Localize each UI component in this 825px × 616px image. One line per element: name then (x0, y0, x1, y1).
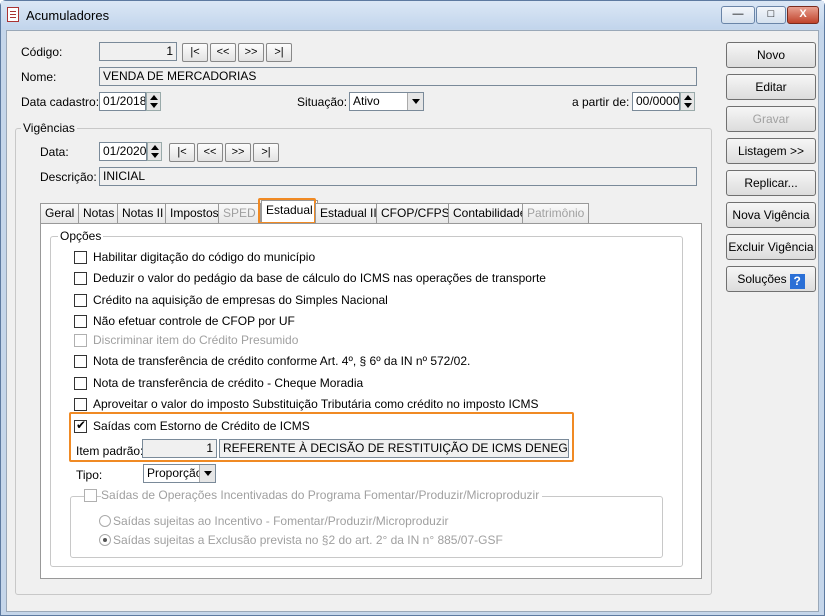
situacao-value: Ativo (353, 94, 380, 108)
label-transferencia-art4: Nota de transferência de crédito conform… (93, 354, 471, 368)
a-partir-field[interactable]: 00/0000 (632, 92, 680, 111)
chevron-down-icon (199, 465, 215, 482)
previous-record-button[interactable]: << (210, 43, 236, 62)
tab-sped: SPED (218, 203, 261, 223)
label-habilitar-digitacao: Habilitar digitação do código do municíp… (93, 250, 316, 264)
label-estorno-credito: Saídas com Estorno de Crédito de ICMS (93, 419, 310, 433)
title-bar: Acumuladores — □ X (1, 1, 824, 29)
vigencia-data-label: Data: (40, 145, 69, 159)
tab-estadual-ii[interactable]: Estadual II (315, 203, 382, 223)
editar-button[interactable]: Editar (726, 74, 816, 100)
checkbox-transferencia-art4[interactable] (74, 355, 87, 368)
checkbox-aproveitar-st[interactable] (74, 398, 87, 411)
item-padrao-code-field[interactable]: 1 (142, 439, 217, 458)
form-body: Código: 1 |< << >> >| Nome: VENDA DE MER… (6, 30, 819, 612)
checkbox-estorno-credito[interactable] (74, 418, 87, 433)
label-fomentar: Saídas de Operações Incentivadas do Prog… (101, 488, 543, 502)
app-window: Acumuladores — □ X Código: 1 |< << >> >|… (0, 0, 825, 616)
listagem-button[interactable]: Listagem >> (726, 138, 816, 164)
tab-notas[interactable]: Notas (78, 203, 120, 223)
checkbox-habilitar-digitacao[interactable] (74, 251, 87, 264)
estadual-tab-highlight (258, 198, 316, 224)
last-record-button[interactable]: >| (266, 43, 292, 62)
checkbox-nao-efetuar-cfop[interactable] (74, 315, 87, 328)
descricao-field[interactable]: INICIAL (99, 167, 697, 186)
excluir-vigencia-button[interactable]: Excluir Vigência (726, 234, 816, 260)
radio-exclusao (99, 534, 111, 546)
nome-field[interactable]: VENDA DE MERCADORIAS (99, 67, 697, 86)
label-cheque-moradia: Nota de transferência de crédito - Chequ… (93, 376, 364, 390)
codigo-label: Código: (21, 45, 63, 59)
checkbox-discriminar-credito (74, 334, 87, 347)
data-cadastro-field[interactable]: 01/2018 (99, 92, 146, 111)
tab-cfop-cfps[interactable]: CFOP/CFPS (376, 203, 455, 223)
label-nao-efetuar-cfop: Não efetuar controle de CFOP por UF (93, 314, 295, 328)
tipo-select[interactable]: Proporção (143, 464, 216, 483)
tab-impostos[interactable]: Impostos (165, 203, 224, 223)
tipo-label: Tipo: (76, 468, 103, 482)
solucoes-label: Soluções (737, 272, 787, 286)
replicar-button[interactable]: Replicar... (726, 170, 816, 196)
item-padrao-label: Item padrão: (76, 444, 144, 458)
vigencia-previous-button[interactable]: << (197, 143, 223, 162)
close-button[interactable]: X (787, 6, 819, 24)
tab-contabilidade[interactable]: Contabilidade (448, 203, 532, 223)
checkbox-deduzir-pedagio[interactable] (74, 272, 87, 285)
chevron-down-icon (407, 93, 423, 110)
data-cadastro-label: Data cadastro: (21, 95, 100, 109)
maximize-button[interactable]: □ (756, 6, 786, 24)
checkbox-fomentar (84, 489, 97, 502)
label-deduzir-pedagio: Deduzir o valor do pedágio da base de cá… (93, 271, 546, 285)
label-discriminar-credito: Discriminar item do Crédito Presumido (93, 333, 299, 347)
situacao-label: Situação: (297, 95, 348, 109)
first-record-button[interactable]: |< (182, 43, 208, 62)
label-aproveitar-st: Aproveitar o valor do imposto Substituiç… (93, 397, 539, 411)
vigencias-title: Vigências (21, 121, 77, 135)
window-title: Acumuladores (26, 8, 110, 23)
gravar-button: Gravar (726, 106, 816, 132)
vigencia-next-button[interactable]: >> (225, 143, 251, 162)
minimize-button[interactable]: — (721, 6, 755, 24)
opcoes-title: Opções (58, 229, 104, 243)
a-partir-label: a partir de: (572, 95, 630, 109)
vigencia-last-button[interactable]: >| (253, 143, 279, 162)
tab-geral[interactable]: Geral (40, 203, 80, 223)
item-padrao-desc-field[interactable]: REFERENTE À DECISÃO DE RESTITUIÇÃO DE IC… (219, 439, 569, 458)
nova-vigencia-button[interactable]: Nova Vigência (726, 202, 816, 228)
tipo-value: Proporção (147, 466, 203, 480)
descricao-label: Descrição: (40, 170, 97, 184)
checkbox-cheque-moradia[interactable] (74, 377, 87, 390)
solucoes-button[interactable]: Soluções? (726, 266, 816, 292)
data-cadastro-spinner[interactable] (146, 92, 161, 111)
tab-patrimonio: Patrimônio (522, 203, 590, 223)
document-icon (7, 7, 19, 22)
vigencia-first-button[interactable]: |< (169, 143, 195, 162)
a-partir-spinner[interactable] (680, 92, 695, 111)
label-radio-exclusao: Saídas sujeitas a Exclusão prevista no §… (113, 533, 503, 547)
nome-label: Nome: (21, 70, 57, 84)
checkbox-credito-simples[interactable] (74, 294, 87, 307)
next-record-button[interactable]: >> (238, 43, 264, 62)
label-credito-simples: Crédito na aquisição de empresas do Simp… (93, 293, 388, 307)
novo-button[interactable]: Novo (726, 42, 816, 68)
codigo-field[interactable]: 1 (99, 42, 177, 61)
vigencia-data-spinner[interactable] (147, 142, 162, 161)
radio-incentivo (99, 515, 111, 527)
label-radio-incentivo: Saídas sujeitas ao Incentivo - Fomentar/… (113, 514, 449, 528)
tab-notas-ii[interactable]: Notas II (117, 203, 169, 223)
vigencia-data-field[interactable]: 01/2020 (99, 142, 147, 161)
help-icon: ? (789, 274, 805, 289)
situacao-select[interactable]: Ativo (349, 92, 424, 111)
